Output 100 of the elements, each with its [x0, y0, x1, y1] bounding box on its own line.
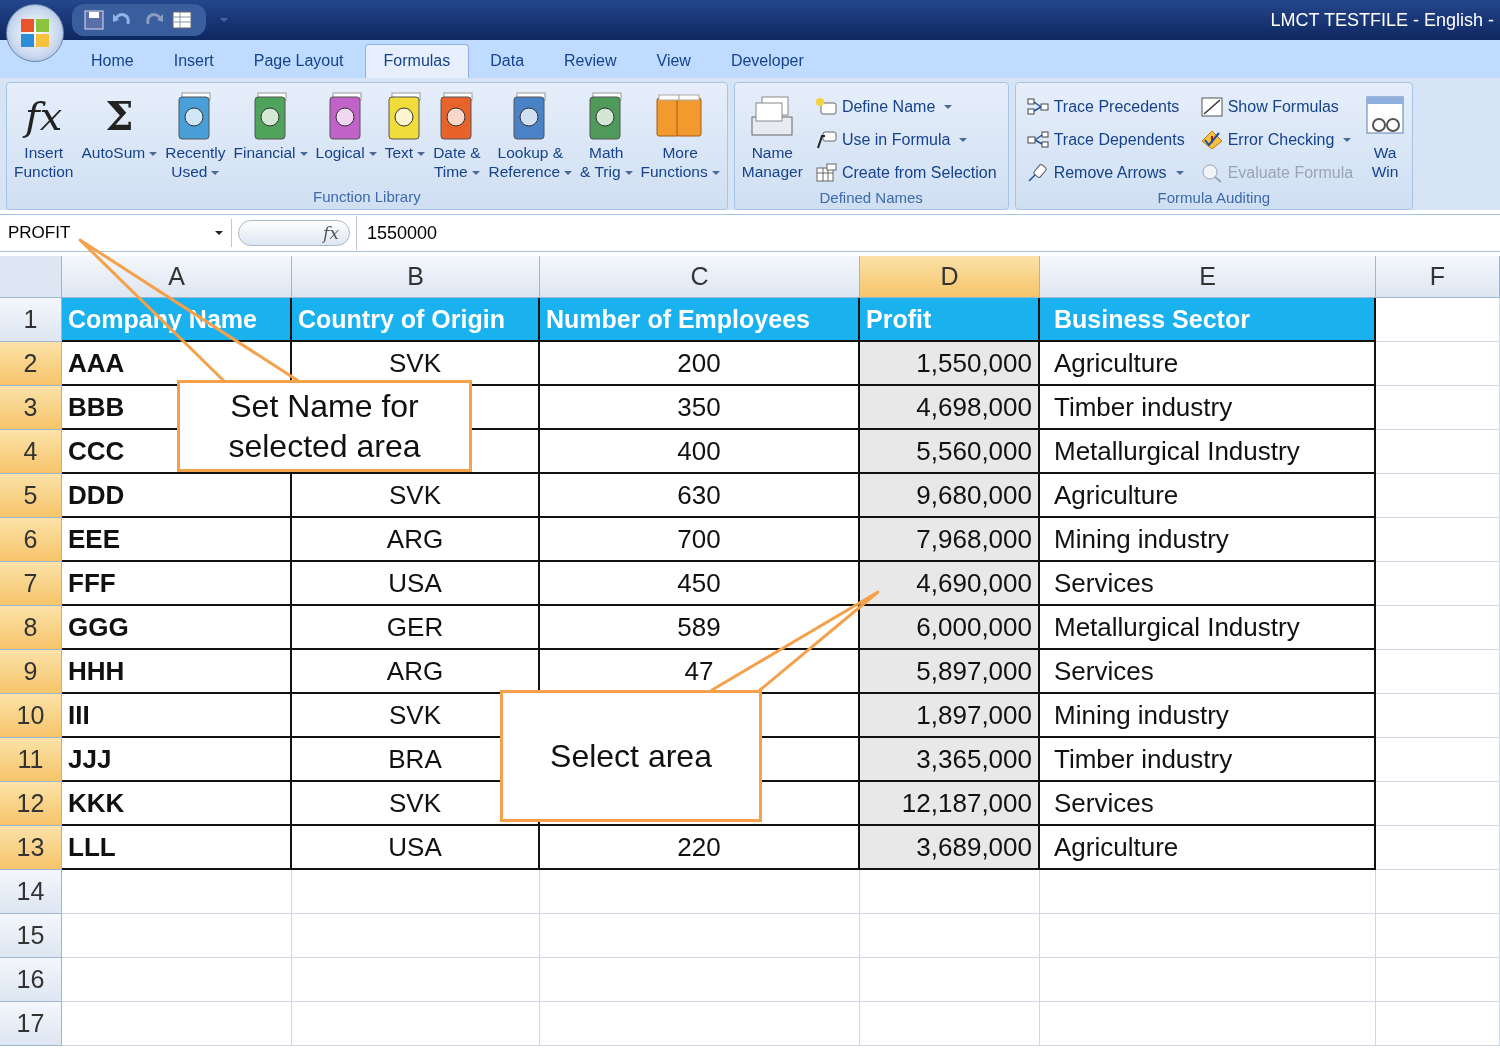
table-cell: 5,897,000: [860, 650, 1040, 694]
form-icon[interactable]: [172, 10, 194, 30]
caret-icon: [417, 151, 426, 156]
ribbon-button[interactable]: Remove Arrows: [1023, 157, 1188, 188]
column-title-cell: Profit: [860, 298, 1040, 342]
row-header[interactable]: 8: [0, 606, 62, 650]
book-icon: [251, 91, 290, 141]
caret-icon: [299, 151, 308, 156]
ribbon-button[interactable]: Date & Time: [430, 87, 484, 183]
tag-icon: [814, 96, 837, 117]
ribbon-button[interactable]: Lookup & Reference: [485, 87, 576, 183]
table-cell: III: [62, 694, 292, 738]
table-cell: LLL: [62, 826, 292, 870]
table-cell: 3,689,000: [860, 826, 1040, 870]
table-cell: Services: [1040, 562, 1376, 606]
name-box[interactable]: PROFIT: [0, 219, 232, 247]
magnifier-icon: [1200, 162, 1223, 183]
formulas-icon: [1200, 96, 1223, 117]
eraser-icon: [1026, 162, 1049, 183]
ribbon-tab[interactable]: View: [637, 44, 710, 78]
ribbon-button[interactable]: Wa Win: [1362, 87, 1409, 183]
column-header[interactable]: C: [540, 256, 860, 298]
row-header[interactable]: 1: [0, 298, 62, 342]
window-title: LMCT TESTFILE - English -: [1270, 9, 1495, 31]
table-cell: 6,000,000: [860, 606, 1040, 650]
ribbon-tab[interactable]: Review: [545, 44, 636, 78]
ribbon-button[interactable]: Use in Formula: [811, 124, 1000, 155]
row-header[interactable]: 3: [0, 386, 62, 430]
select-all-corner[interactable]: [0, 256, 62, 298]
formula-field[interactable]: 1550000: [356, 216, 1500, 250]
ribbon-button[interactable]: Financial: [230, 87, 311, 164]
ribbon-tab[interactable]: Page Layout: [234, 44, 363, 78]
caret-icon: [564, 170, 573, 175]
group-title: Formula Auditing: [1156, 188, 1272, 208]
ribbon-tab[interactable]: Developer: [711, 44, 823, 78]
ribbon-button[interactable]: Trace Precedents: [1023, 91, 1188, 122]
row-header[interactable]: 9: [0, 650, 62, 694]
row-header[interactable]: 5: [0, 474, 62, 518]
row-header[interactable]: 11: [0, 738, 62, 782]
row-header[interactable]: 10: [0, 694, 62, 738]
ribbon-button[interactable]: Show Formulas: [1197, 91, 1357, 122]
row-header[interactable]: 6: [0, 518, 62, 562]
ribbon-tab[interactable]: Insert: [154, 44, 233, 78]
ribbon-button[interactable]: Logical: [312, 87, 380, 164]
office-logo-icon: [20, 18, 50, 48]
callout: Select area: [500, 690, 762, 822]
table-cell: 4,698,000: [860, 386, 1040, 430]
ribbon-button[interactable]: fx Insert Function: [11, 87, 77, 183]
group-title: Function Library: [312, 187, 422, 207]
row-header[interactable]: 2: [0, 342, 62, 386]
table-cell: DDD: [62, 474, 292, 518]
ribbon-button[interactable]: Math & Trig: [577, 87, 636, 183]
caret-icon: [471, 170, 480, 175]
column-header[interactable]: D: [860, 256, 1040, 298]
table-cell: Mining industry: [1040, 694, 1376, 738]
column-title-cell: Country of Origin: [292, 298, 540, 342]
tag-icon: [814, 129, 837, 150]
ribbon-button[interactable]: Σ AutoSum: [78, 87, 161, 164]
table-cell: ARG: [292, 518, 540, 562]
customize-caret-icon[interactable]: [220, 18, 228, 22]
row-header[interactable]: 4: [0, 430, 62, 474]
row-header[interactable]: 7: [0, 562, 62, 606]
column-header[interactable]: B: [292, 256, 540, 298]
ribbon-button[interactable]: Trace Dependents: [1023, 124, 1188, 155]
callout: Set Name for selected area: [177, 380, 472, 472]
ribbon-tab[interactable]: Home: [72, 44, 153, 78]
ribbon-button[interactable]: Create from Selection: [811, 157, 1000, 188]
ribbon-button[interactable]: Name Manager: [738, 87, 806, 183]
column-title-cell: Number of Employees: [540, 298, 860, 342]
row-header[interactable]: 14: [0, 870, 62, 914]
row-header[interactable]: 16: [0, 958, 62, 1002]
arrows-icon: [1026, 129, 1049, 150]
table-cell: 12,187,000: [860, 782, 1040, 826]
ribbon-button[interactable]: Text: [381, 87, 429, 164]
column-header[interactable]: F: [1376, 256, 1500, 298]
ribbon-button[interactable]: Error Checking: [1197, 124, 1357, 155]
function-symbol: Σ: [104, 91, 135, 141]
table-cell: 4,690,000: [860, 562, 1040, 606]
caret-icon: [959, 137, 968, 142]
table-cell: Agriculture: [1040, 342, 1376, 386]
ribbon-button[interactable]: Recently Used: [162, 87, 229, 183]
row-header[interactable]: 17: [0, 1002, 62, 1046]
group-title: Defined Names: [818, 188, 924, 208]
row-header[interactable]: 13: [0, 826, 62, 870]
table-cell: 3,365,000: [860, 738, 1040, 782]
caret-icon: [211, 170, 220, 175]
caret-icon: [149, 151, 158, 156]
insert-function-button[interactable]: fx: [238, 220, 350, 246]
ribbon-button[interactable]: More Functions: [637, 87, 723, 183]
ribbon-button[interactable]: Define Name: [811, 91, 1000, 122]
ribbon-tab[interactable]: Formulas: [364, 44, 470, 78]
table-cell: 450: [540, 562, 860, 606]
column-header[interactable]: A: [62, 256, 292, 298]
table-cell: Metallurgical Industry: [1040, 606, 1376, 650]
row-header[interactable]: 15: [0, 914, 62, 958]
ribbon-tab[interactable]: Data: [471, 44, 544, 78]
row-header[interactable]: 12: [0, 782, 62, 826]
save-icon[interactable]: [84, 10, 104, 30]
column-header[interactable]: E: [1040, 256, 1376, 298]
table-cell: Services: [1040, 782, 1376, 826]
